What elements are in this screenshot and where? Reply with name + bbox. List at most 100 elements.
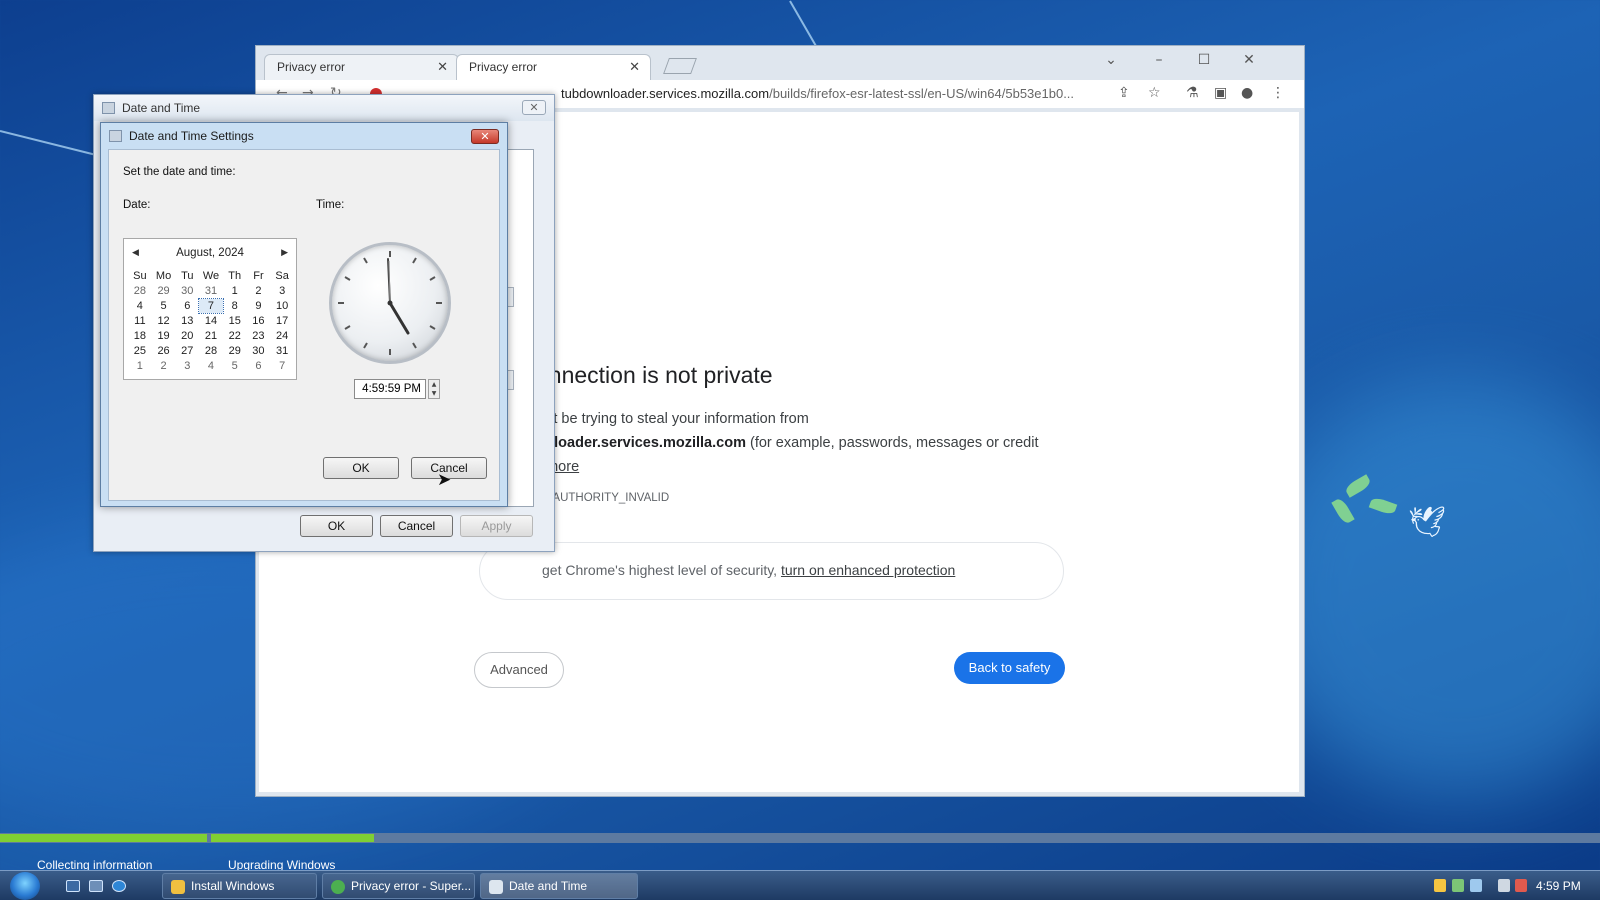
- calendar-day[interactable]: 27: [175, 344, 199, 358]
- settings-ok-button[interactable]: OK: [323, 457, 399, 479]
- taskbar-privacy-error[interactable]: Privacy error - Super...: [322, 873, 475, 899]
- labs-flask-icon[interactable]: ⚗: [1186, 85, 1199, 101]
- calendar-day[interactable]: 31: [199, 284, 223, 298]
- switch-windows-icon[interactable]: [89, 880, 103, 892]
- share-icon[interactable]: ⇪: [1118, 85, 1130, 101]
- taskbar-button-label: Install Windows: [191, 879, 275, 893]
- calendar-day[interactable]: 29: [152, 284, 176, 298]
- tab-search-icon[interactable]: ⌄: [1096, 49, 1126, 71]
- calendar-day[interactable]: 15: [223, 314, 247, 328]
- calendar-day[interactable]: 7: [198, 298, 224, 314]
- internet-explorer-icon[interactable]: [112, 880, 126, 892]
- calendar-day[interactable]: 4: [128, 299, 152, 313]
- calendar-day[interactable]: 7: [270, 359, 294, 373]
- calendar-icon: [102, 102, 115, 114]
- calendar-day[interactable]: 2: [247, 284, 271, 298]
- calendar-day[interactable]: 3: [175, 359, 199, 373]
- display-icon[interactable]: [1498, 879, 1510, 892]
- calendar-day[interactable]: 30: [175, 284, 199, 298]
- network-icon[interactable]: [1470, 879, 1482, 892]
- minimize-button[interactable]: –: [1144, 49, 1174, 71]
- calendar-day[interactable]: 1: [223, 284, 247, 298]
- analog-clock: [329, 242, 451, 364]
- tray-status-icon[interactable]: [1452, 879, 1464, 892]
- tab-strip: Privacy error ✕ Privacy error ✕ ⌄ – ☐ ✕: [256, 46, 1304, 80]
- setup-progress-bar: [0, 833, 1600, 843]
- tab-privacy-error-2[interactable]: Privacy error ✕: [456, 54, 651, 80]
- taskbar-date-and-time[interactable]: Date and Time: [480, 873, 638, 899]
- desktop-bird-icon: 🕊: [1408, 505, 1447, 540]
- tab-privacy-error-1[interactable]: Privacy error ✕: [264, 54, 459, 80]
- calendar-day[interactable]: 6: [175, 299, 199, 313]
- calendar-day[interactable]: 6: [247, 359, 271, 373]
- calendar-day[interactable]: 19: [152, 329, 176, 343]
- chrome-icon: [331, 880, 345, 894]
- close-icon[interactable]: ✕: [471, 129, 499, 144]
- tab-page-panel: [504, 149, 534, 507]
- spin-up-icon[interactable]: ▲: [429, 380, 439, 389]
- menu-kebab-icon[interactable]: ⋮: [1271, 85, 1285, 101]
- close-icon[interactable]: ✕: [522, 100, 546, 115]
- calendar-day[interactable]: 3: [270, 284, 294, 298]
- time-spinner[interactable]: ▲ ▼: [428, 379, 440, 399]
- advanced-button[interactable]: Advanced: [474, 652, 564, 688]
- calendar-icon: [109, 130, 122, 142]
- calendar-day[interactable]: 20: [175, 329, 199, 343]
- calendar-day[interactable]: 1: [128, 359, 152, 373]
- show-desktop-icon[interactable]: [66, 880, 80, 892]
- calendar-day[interactable]: 13: [175, 314, 199, 328]
- new-tab-button[interactable]: [663, 58, 697, 74]
- volume-muted-icon[interactable]: [1515, 879, 1527, 892]
- calendar-day[interactable]: 14: [199, 314, 223, 328]
- calendar-day[interactable]: 18: [128, 329, 152, 343]
- calendar: ◀ August, 2024 ▶ Su Mo Tu We Th Fr Sa 28 29 30 31 1…: [123, 238, 297, 380]
- calendar-day[interactable]: 5: [152, 299, 176, 313]
- calendar-day[interactable]: 23: [247, 329, 271, 343]
- calendar-day[interactable]: 10: [270, 299, 294, 313]
- spin-down-icon[interactable]: ▼: [429, 389, 439, 398]
- weekday-header: We: [202, 270, 220, 282]
- calendar-day[interactable]: 31: [270, 344, 294, 358]
- calendar-day[interactable]: 16: [247, 314, 271, 328]
- calendar-day[interactable]: 28: [199, 344, 223, 358]
- calendar-day[interactable]: 24: [270, 329, 294, 343]
- calendar-day[interactable]: 26: [152, 344, 176, 358]
- calendar-day[interactable]: 12: [152, 314, 176, 328]
- security-shield-icon[interactable]: [1434, 879, 1446, 892]
- enhanced-protection-banner: get Chrome's highest level of security, …: [479, 542, 1064, 600]
- taskbar-clock[interactable]: 4:59 PM: [1536, 879, 1581, 893]
- maximize-button[interactable]: ☐: [1189, 49, 1219, 71]
- calendar-month[interactable]: August, 2024: [124, 247, 296, 259]
- calendar-day[interactable]: 8: [223, 299, 247, 313]
- calendar-day[interactable]: 9: [247, 299, 271, 313]
- taskbar-install-windows[interactable]: Install Windows: [162, 873, 317, 899]
- tab-close-icon[interactable]: ✕: [629, 59, 640, 75]
- calendar-day[interactable]: 21: [199, 329, 223, 343]
- calendar-day[interactable]: 30: [247, 344, 271, 358]
- bookmark-star-icon[interactable]: ☆: [1148, 85, 1161, 101]
- tab-close-icon[interactable]: ✕: [437, 59, 448, 75]
- calendar-day[interactable]: 28: [128, 284, 152, 298]
- weekday-header: Mo: [155, 270, 172, 282]
- cancel-button[interactable]: Cancel: [380, 515, 453, 537]
- calendar-day[interactable]: 11: [128, 314, 152, 328]
- error-line-2: (for example, passwords, messages or cre…: [745, 435, 1039, 451]
- calendar-day[interactable]: 17: [270, 314, 294, 328]
- calendar-day[interactable]: 2: [152, 359, 176, 373]
- calendar-day[interactable]: 29: [223, 344, 247, 358]
- time-input[interactable]: 4:59:59 PM: [354, 379, 426, 399]
- calendar-day[interactable]: 4: [199, 359, 223, 373]
- calendar-day[interactable]: 5: [223, 359, 247, 373]
- enhanced-protection-link[interactable]: turn on enhanced protection: [781, 562, 955, 578]
- apply-button[interactable]: Apply: [460, 515, 533, 537]
- calendar-day[interactable]: 22: [223, 329, 247, 343]
- ok-button[interactable]: OK: [300, 515, 373, 537]
- calendar-day[interactable]: 25: [128, 344, 152, 358]
- close-window-button[interactable]: ✕: [1234, 49, 1264, 71]
- start-orb-icon[interactable]: [10, 872, 40, 900]
- profile-icon[interactable]: ●: [1241, 85, 1253, 101]
- next-month-icon[interactable]: ▶: [281, 247, 288, 258]
- back-to-safety-button[interactable]: Back to safety: [954, 652, 1065, 684]
- install-windows-icon: [171, 880, 185, 894]
- side-panel-icon[interactable]: ▣: [1214, 85, 1227, 101]
